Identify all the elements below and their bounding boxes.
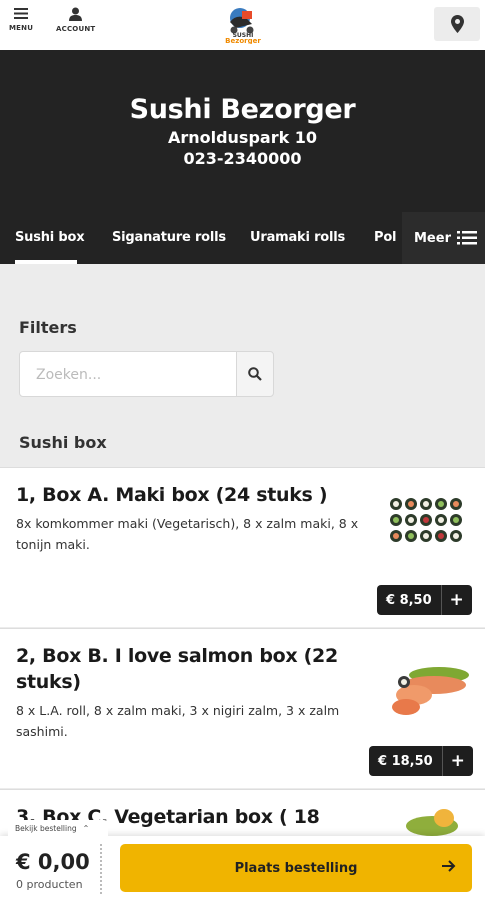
account-label: ACCOUNT [56,25,96,33]
maki-box-image [390,498,462,542]
product-title: 1, Box A. Maki box (24 stuks ) [16,484,328,506]
tab-signature-rolls[interactable]: Siganature rolls [112,230,226,245]
product-price: € 18,50 [369,746,443,776]
menu-button[interactable]: MENU [9,7,33,32]
place-order-label: Plaats bestelling [234,860,358,876]
view-order-label: Bekijk bestelling [15,824,77,833]
map-pin-icon [450,15,464,33]
search-icon [248,367,262,381]
search-input[interactable]: Zoeken... [19,351,237,397]
restaurant-address: Arnolduspark 10 [167,128,318,147]
plus-icon: + [449,590,464,610]
divider [100,844,102,894]
more-categories-button[interactable]: Meer [402,212,485,264]
add-to-cart-button[interactable]: € 18,50 + [369,746,473,776]
chevron-up-icon: ⌃ [82,824,90,833]
account-button[interactable]: ACCOUNT [56,7,95,33]
section-heading: Sushi box [19,433,107,452]
svg-text:Bezorger: Bezorger [225,37,261,44]
hamburger-icon [14,8,29,19]
plus-icon: + [450,751,465,771]
search-button[interactable] [236,351,274,397]
sushi-bezorger-logo[interactable]: SUSHI Bezorger [222,4,264,44]
user-icon [69,7,83,21]
product-description: 8 x L.A. roll, 8 x zalm maki, 3 x nigiri… [16,703,340,739]
product-description: 8x komkommer maki (Vegetarisch), 8 x zal… [16,516,359,552]
category-tabs: Sushi box Siganature rolls Uramaki rolls… [0,212,485,264]
more-label: Meer [414,230,451,246]
view-order-toggle[interactable]: Bekijk bestelling ⌃ [8,820,108,838]
list-icon [456,231,477,245]
filters-heading: Filters [19,318,77,337]
tab-uramaki-rolls[interactable]: Uramaki rolls [250,230,345,245]
restaurant-name: Sushi Bezorger [129,94,356,125]
tab-sushi-box[interactable]: Sushi box [15,230,85,245]
place-order-button[interactable]: Plaats bestelling [120,844,472,892]
product-card[interactable]: 2, Box B. I love salmon box (22 stuks) 8… [0,628,485,788]
restaurant-header: Sushi Bezorger Arnolduspark 10 023-23400… [0,50,485,212]
cart-total: € 0,00 [16,850,90,874]
product-title: 2, Box B. I love salmon box (22 stuks) [16,645,338,693]
location-button[interactable] [434,7,480,41]
page: MENU ACCOUNT SUSHI Bezorger Sushi Bezorg… [0,0,485,900]
top-nav: MENU ACCOUNT SUSHI Bezorger [0,0,485,50]
salmon-box-image [392,667,469,715]
product-card[interactable]: 1, Box A. Maki box (24 stuks ) 8x komkom… [0,467,485,627]
cart-count: 0 producten [16,878,83,891]
restaurant-phone[interactable]: 023-2340000 [0,149,485,168]
tab-pol[interactable]: Pol [374,230,397,245]
add-to-cart-button[interactable]: € 8,50 + [377,585,472,615]
arrow-right-icon [442,860,456,872]
active-tab-indicator [15,260,77,264]
menu-label: MENU [9,24,34,32]
product-price: € 8,50 [377,585,442,615]
